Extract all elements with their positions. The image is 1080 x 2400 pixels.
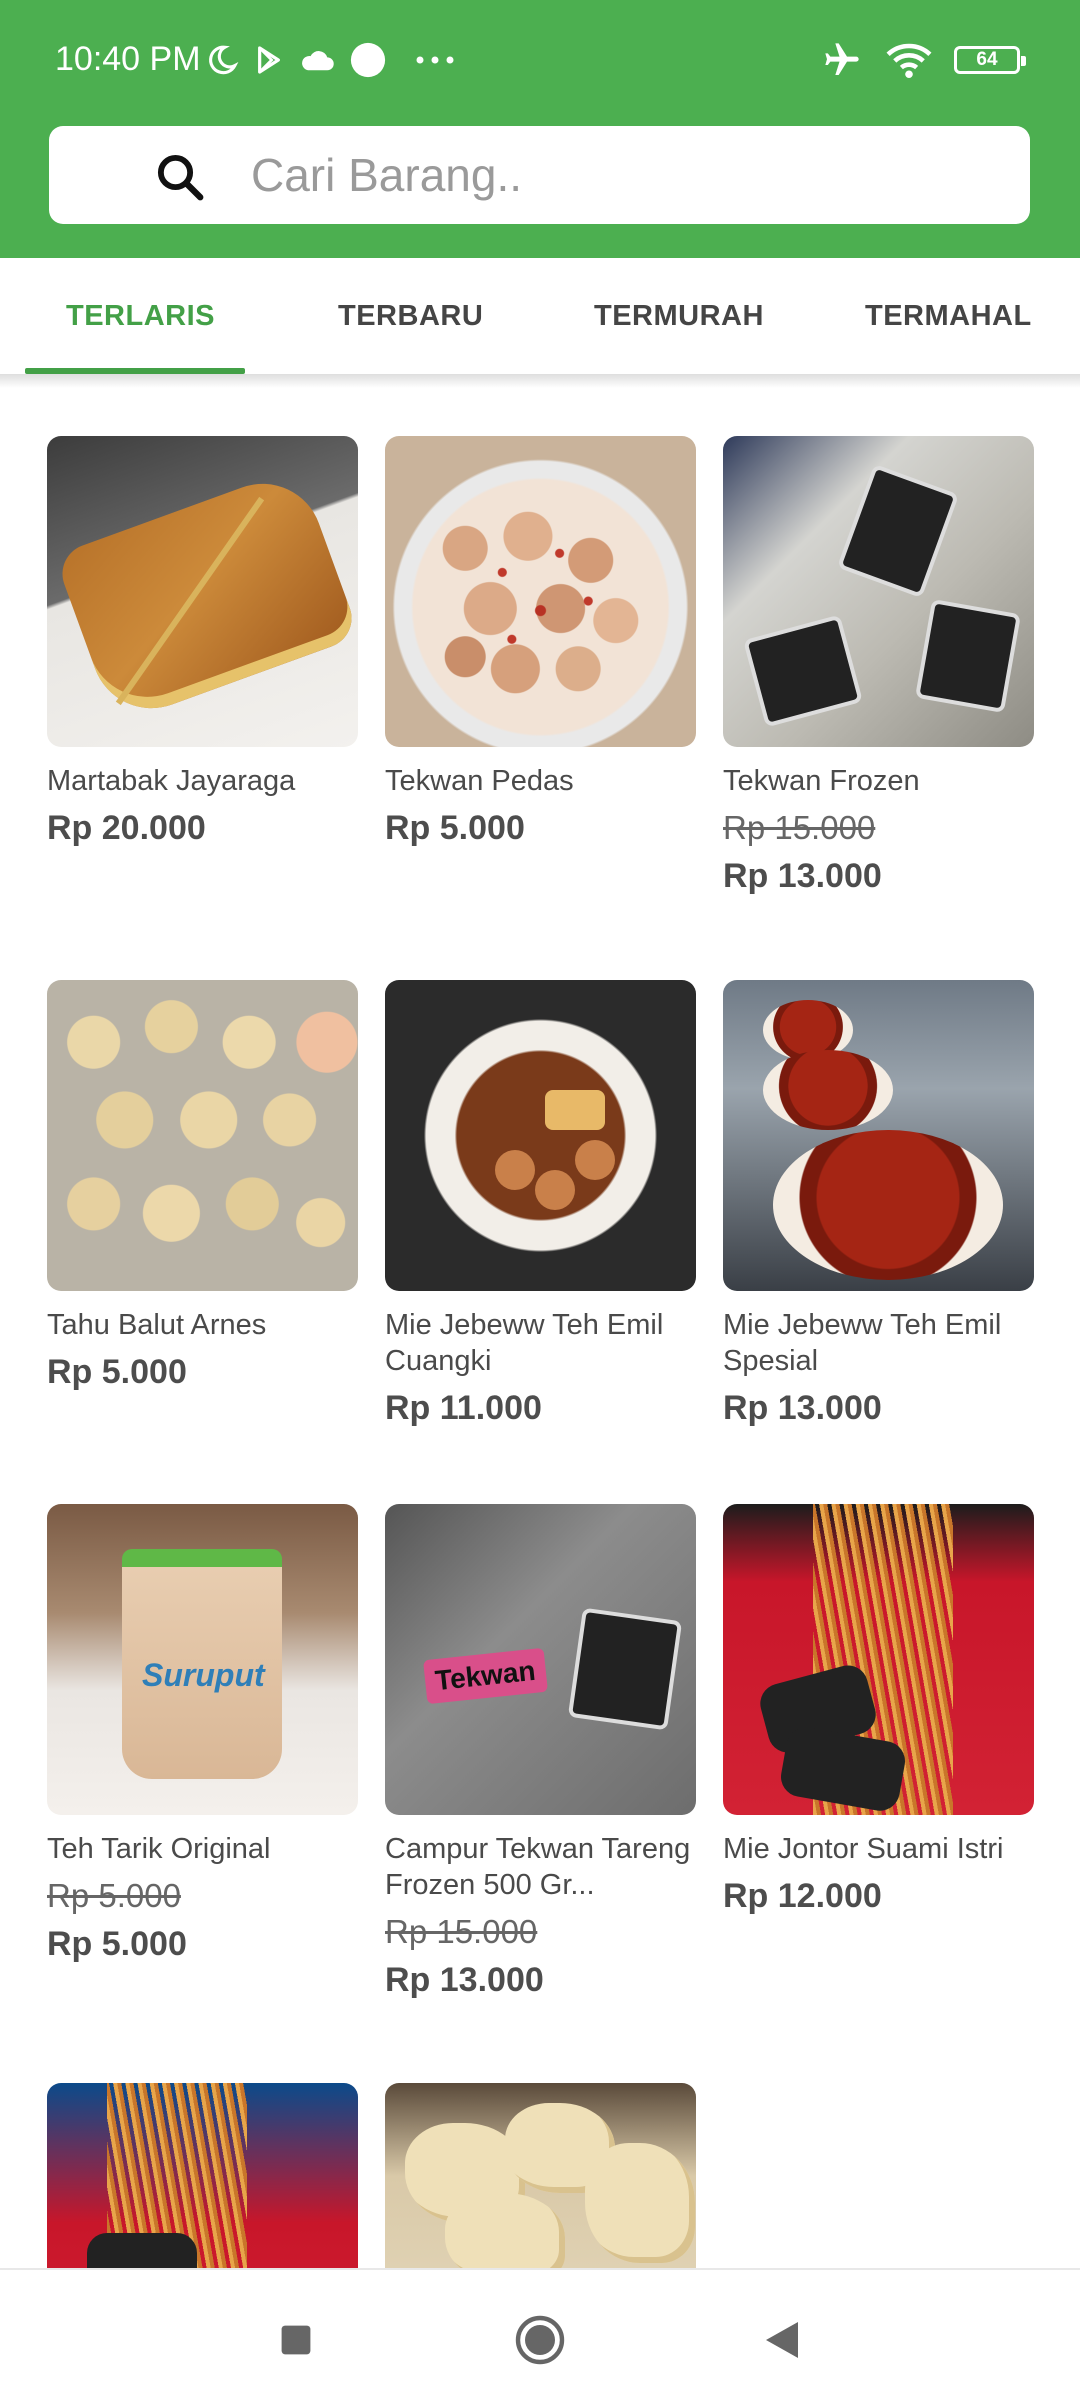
- tab-terlaris[interactable]: TERLARIS: [66, 300, 215, 333]
- recents-button[interactable]: [266, 2310, 326, 2370]
- app-header: 10:40 PM 64: [0, 0, 1080, 258]
- product-original-price: Rp 5.000: [47, 1877, 181, 1914]
- package-label: Tekwan: [423, 1647, 548, 1705]
- product-image[interactable]: [385, 2083, 696, 2268]
- airplane-icon: [825, 43, 859, 75]
- product-price: Rp 5.000: [385, 809, 525, 847]
- home-button[interactable]: [510, 2310, 570, 2370]
- product-image[interactable]: Suruput: [47, 1504, 358, 1815]
- product-name: Mie Jebeww Teh Emil Spesial: [723, 1309, 1002, 1377]
- product-image[interactable]: [385, 436, 696, 747]
- product-card-martabak-jayaraga[interactable]: Martabak Jayaraga Rp 20.000: [47, 436, 358, 848]
- play-store-icon: [258, 46, 280, 74]
- product-price: Rp 5.000: [47, 1353, 187, 1391]
- cloud-icon: [302, 51, 334, 71]
- product-image[interactable]: [723, 980, 1034, 1291]
- product-price: Rp 20.000: [47, 809, 206, 847]
- product-name: Teh Tarik Original: [47, 1833, 271, 1865]
- product-card-tekwan-pedas[interactable]: Tekwan Pedas Rp 5.000: [385, 436, 696, 848]
- product-name: Tekwan Frozen: [723, 765, 920, 797]
- product-price: Rp 13.000: [723, 1389, 882, 1427]
- product-image[interactable]: [385, 980, 696, 1291]
- search-icon[interactable]: [153, 150, 207, 204]
- product-price: Rp 13.000: [385, 1961, 544, 1999]
- status-icons-left: [205, 38, 455, 82]
- product-image[interactable]: [47, 980, 358, 1291]
- product-price: Rp 11.000: [385, 1389, 542, 1427]
- cup-logo: Suruput: [142, 1657, 265, 1693]
- product-name: Campur Tekwan Tareng Frozen 500 Gr...: [385, 1833, 691, 1901]
- product-image[interactable]: [47, 2083, 358, 2268]
- tab-termahal[interactable]: TERMAHAL: [865, 300, 1032, 333]
- product-original-price: Rp 15.000: [385, 1913, 538, 1950]
- wifi-icon: [886, 43, 932, 79]
- battery-icon: 64: [954, 46, 1026, 74]
- back-triangle-icon: [766, 2322, 798, 2358]
- product-card-mie-jebeww-cuangki[interactable]: Mie Jebeww Teh Emil Cuangki Rp 11.000: [385, 980, 696, 1428]
- product-card-mie-jontor-suami-istri[interactable]: Mie Jontor Suami Istri Rp 12.000: [723, 1504, 1034, 1916]
- product-name: Tahu Balut Arnes: [47, 1309, 267, 1341]
- product-card-campur-tekwan-tareng[interactable]: Tekwan Campur Tekwan Tareng Frozen 500 G…: [385, 1504, 696, 2000]
- circle-icon: [350, 42, 386, 78]
- product-name: Tekwan Pedas: [385, 765, 574, 797]
- battery-level: 64: [976, 49, 998, 70]
- search-input[interactable]: [251, 144, 991, 206]
- product-price: Rp 5.000: [47, 1925, 187, 1963]
- tab-terbaru[interactable]: TERBARU: [338, 300, 483, 333]
- product-name: Mie Jebeww Teh Emil Cuangki: [385, 1309, 664, 1377]
- product-card-teh-tarik-original[interactable]: Suruput Teh Tarik Original Rp 5.000 Rp 5…: [47, 1504, 358, 1964]
- product-original-price: Rp 15.000: [723, 809, 876, 846]
- more-icon: [416, 56, 454, 64]
- search-bar[interactable]: [49, 126, 1030, 224]
- product-image[interactable]: Tekwan: [385, 1504, 696, 1815]
- product-image[interactable]: [47, 436, 358, 747]
- tab-termurah[interactable]: TERMURAH: [594, 300, 764, 333]
- product-price: Rp 12.000: [723, 1877, 882, 1915]
- product-card-mie-jebeww-spesial[interactable]: Mie Jebeww Teh Emil Spesial Rp 13.000: [723, 980, 1034, 1428]
- status-time: 10:40 PM: [55, 40, 201, 78]
- product-card-partial-2[interactable]: [385, 2083, 696, 2268]
- product-image[interactable]: [723, 436, 1034, 747]
- product-card-partial-1[interactable]: [47, 2083, 358, 2268]
- back-button[interactable]: [752, 2310, 812, 2370]
- category-tabs: TERLARIS TERBARU TERMURAH TERMAHAL: [0, 258, 1080, 376]
- status-icons-right: 64: [820, 36, 1026, 84]
- product-price: Rp 13.000: [723, 857, 882, 895]
- status-bar: 10:40 PM 64: [0, 0, 1080, 120]
- home-circle-icon: [515, 2315, 565, 2365]
- product-name: Mie Jontor Suami Istri: [723, 1833, 1004, 1865]
- product-card-tahu-balut-arnes[interactable]: Tahu Balut Arnes Rp 5.000: [47, 980, 358, 1392]
- recents-square-icon: [281, 2325, 311, 2355]
- product-image[interactable]: [723, 1504, 1034, 1815]
- system-navigation-bar: [0, 2270, 1080, 2400]
- moon-icon: [209, 45, 239, 75]
- product-card-tekwan-frozen[interactable]: Tekwan Frozen Rp 15.000 Rp 13.000: [723, 436, 1034, 896]
- tabs-divider: [0, 374, 1080, 388]
- product-grid: Martabak Jayaraga Rp 20.000 Tekwan Pedas…: [0, 388, 1080, 2268]
- product-name: Martabak Jayaraga: [47, 765, 296, 797]
